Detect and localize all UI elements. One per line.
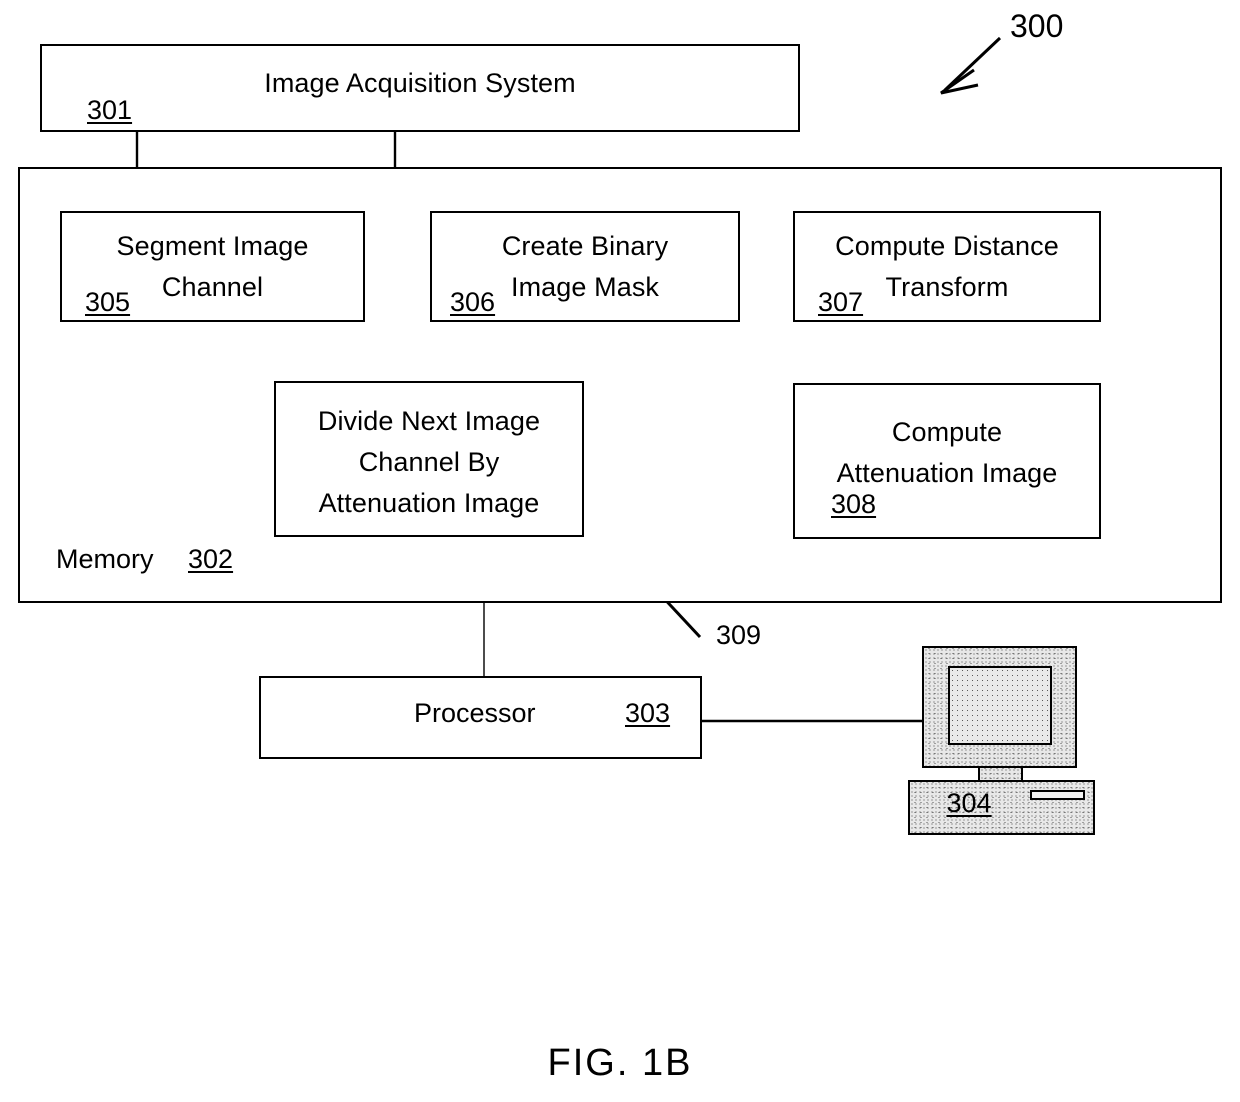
block-image-acquisition-system[interactable]: Image Acquisition System 301 bbox=[40, 44, 800, 132]
block-segment-image-channel[interactable]: Segment Image Channel 305 bbox=[60, 211, 365, 322]
block-processor-ref: 303 bbox=[625, 698, 671, 728]
block-processor[interactable]: Processor 303 bbox=[259, 676, 702, 759]
block-memory-ref: 302 bbox=[188, 544, 234, 574]
block-memory-label: Memory bbox=[56, 544, 154, 574]
block-image-acquisition-system-label: Image Acquisition System bbox=[264, 68, 576, 98]
workstation-ref: 304 bbox=[946, 788, 992, 818]
block-divide-next-image-channel[interactable]: Divide Next Image Channel By Attenuation… bbox=[274, 381, 584, 537]
block-compute-attenuation-image[interactable]: Compute Attenuation Image 308 bbox=[793, 383, 1101, 539]
block-processor-label: Processor bbox=[414, 698, 536, 728]
block-create-binary-image-mask[interactable]: Create Binary Image Mask 306 bbox=[430, 211, 740, 322]
block-segment-image-channel-ref: 305 bbox=[85, 287, 131, 317]
system-reference-300: 300 bbox=[1010, 8, 1064, 44]
block-compute-attenuation-image-label: Compute Attenuation Image bbox=[836, 417, 1058, 489]
disk-drive-slot-icon bbox=[1030, 790, 1085, 800]
workstation-computer-icon[interactable]: 304 bbox=[890, 630, 1110, 850]
block-divide-next-image-channel-label: Divide Next Image Channel By Attenuation… bbox=[317, 406, 541, 519]
figure-caption: FIG. 1B bbox=[547, 1042, 693, 1084]
leader-line-300 bbox=[940, 36, 1002, 95]
block-compute-distance-transform-ref: 307 bbox=[818, 287, 864, 317]
block-create-binary-image-mask-ref: 306 bbox=[450, 287, 496, 317]
block-compute-distance-transform[interactable]: Compute Distance Transform 307 bbox=[793, 211, 1101, 322]
block-image-acquisition-system-ref: 301 bbox=[87, 95, 133, 125]
block-divide-next-image-channel-ref: 309 bbox=[716, 620, 762, 650]
block-compute-attenuation-image-ref: 308 bbox=[831, 489, 877, 519]
monitor-screen-icon bbox=[948, 666, 1052, 745]
patent-figure-1b: 300 Image Acquisition System 301 Memory … bbox=[0, 0, 1240, 1102]
